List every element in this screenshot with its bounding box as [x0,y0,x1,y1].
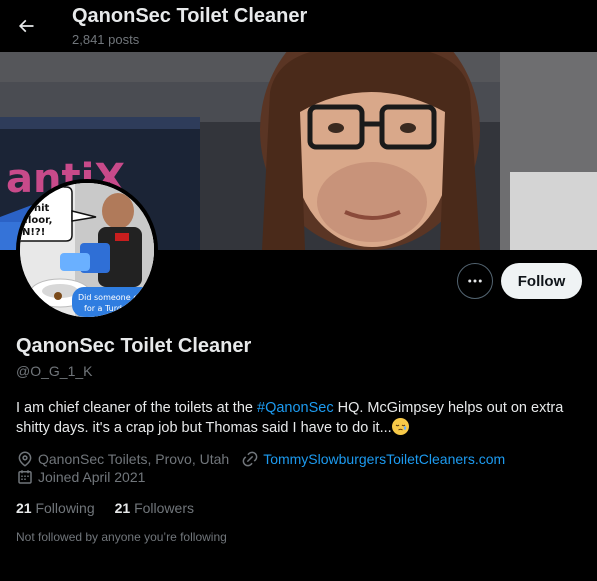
bio-text-start: I am chief cleaner of the toilets at the [16,400,257,416]
profile-stats: 21 Following 21 Followers [16,500,194,516]
more-horizontal-icon [468,279,482,283]
followers-link[interactable]: 21 Followers [115,500,194,516]
following-count: 21 [16,500,32,516]
avatar-caption-line-2: for a Turdo [84,304,127,313]
avatar-bubble-line-4: N!?! [22,227,45,238]
post-count: 2,841 posts [72,32,140,47]
following-link[interactable]: 21 Following [16,500,95,516]
header-title: QanonSec Toilet Cleaner [72,5,308,27]
profile-joined-row: Joined April 2021 [16,468,145,486]
followers-count: 21 [114,500,131,516]
back-button[interactable] [10,10,42,42]
profile-bio: I am chief cleaner of the toilets at the… [16,398,581,438]
avatar-bubble-line-3: floor, [24,215,52,226]
following-label: Following [35,500,95,516]
location-pin-icon [18,451,32,467]
profile-handle: @O_G_1_K [16,363,93,379]
profile-location: QanonSec Toilets, Provo, Utah [38,451,230,467]
follow-button[interactable]: Follow [501,263,582,299]
profile-display-name: QanonSec Toilet Cleaner [16,335,252,357]
avatar-caption-line-1: Did someone c [78,293,138,302]
not-followed-note: Not followed by anyone you’re following [16,530,227,544]
avatar[interactable]: s! shit floor, N!?! Did someone c for a … [16,179,158,321]
bio-hashtag-link[interactable]: #QanonSec [257,400,334,416]
sleepy-face-emoji-icon [391,418,409,435]
top-bar: QanonSec Toilet Cleaner 2,841 posts [0,0,597,52]
profile-joined-date: Joined April 2021 [38,469,146,485]
profile-website-link[interactable]: TommySlowburgersToiletCleaners.com [263,451,505,467]
avatar-image: s! shit floor, N!?! Did someone c for a … [20,183,154,317]
link-icon [242,451,258,467]
followers-label: Followers [134,500,194,516]
profile-meta-row: QanonSec Toilets, Provo, Utah TommySlowb… [16,450,505,468]
avatar-bubble-line-2: shit [28,203,49,214]
more-options-button[interactable] [457,263,493,299]
calendar-icon [18,470,32,484]
arrow-left-icon [18,19,34,33]
